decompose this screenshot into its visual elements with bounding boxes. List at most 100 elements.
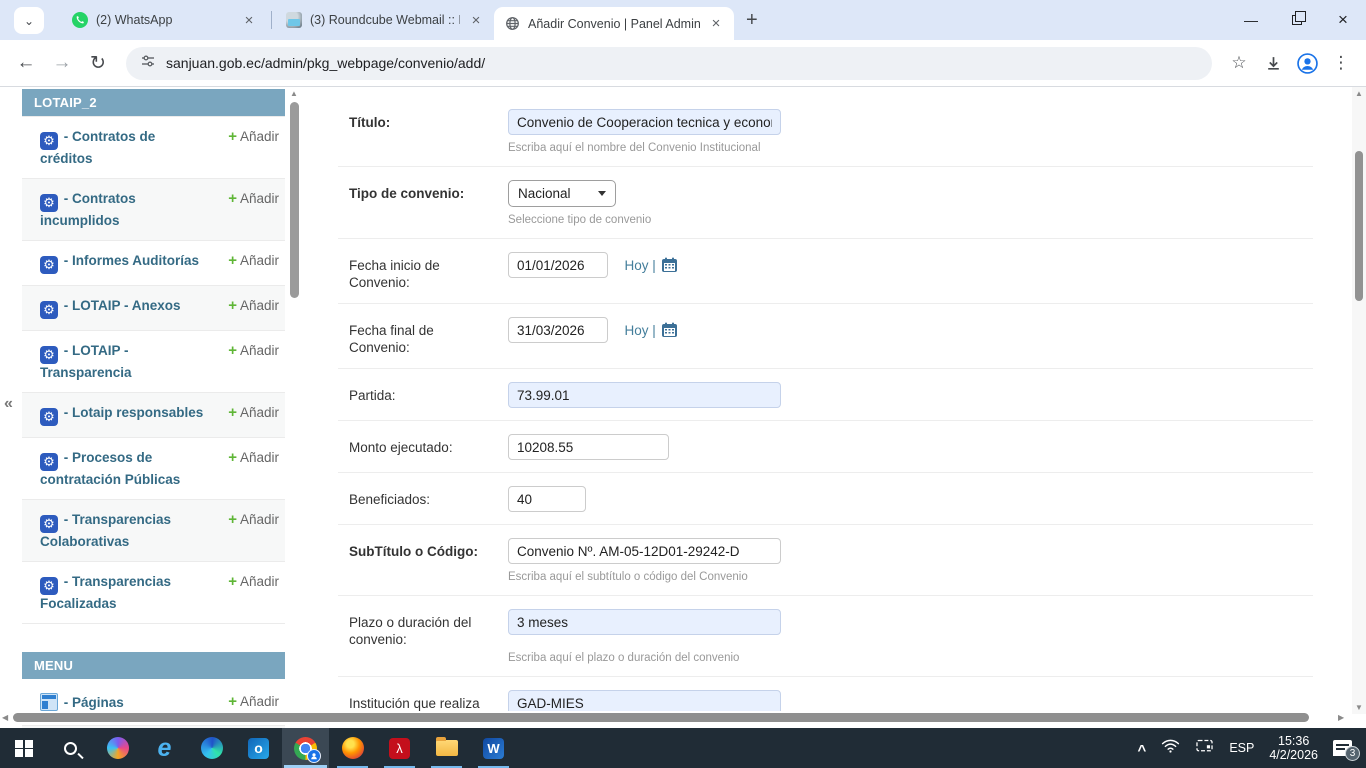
add-button[interactable]: + Añadir xyxy=(228,573,279,612)
taskbar-outlook-button[interactable]: o xyxy=(235,728,282,768)
taskbar-edge-button[interactable] xyxy=(188,728,235,768)
gear-icon: ⚙ xyxy=(40,346,58,364)
forward-button[interactable]: → xyxy=(44,45,80,81)
start-button[interactable] xyxy=(0,728,47,768)
plus-icon: + xyxy=(228,252,237,269)
add-button[interactable]: + Añadir xyxy=(228,297,279,319)
bookmark-star-icon[interactable]: ☆ xyxy=(1222,46,1256,80)
form-row-fecha-final: Fecha final de Convenio: Hoy | xyxy=(338,304,1313,369)
address-bar[interactable]: sanjuan.gob.ec/admin/pkg_webpage/conveni… xyxy=(126,47,1212,80)
add-button[interactable]: + Añadir xyxy=(228,693,279,711)
subtitulo-input[interactable] xyxy=(508,538,781,564)
sidebar-item-contratos-creditos[interactable]: ⚙ - Contratos de créditos + Añadir xyxy=(22,116,285,178)
taskbar-word-button[interactable]: W xyxy=(470,728,517,768)
tab-close-icon[interactable]: × xyxy=(708,15,724,32)
sidebar-item-lotaip-anexos[interactable]: ⚙ - LOTAIP - Anexos + Añadir xyxy=(22,285,285,330)
taskbar-search-button[interactable] xyxy=(47,728,94,768)
plazo-input[interactable] xyxy=(508,609,781,635)
site-settings-icon[interactable] xyxy=(140,53,156,74)
wifi-icon[interactable] xyxy=(1161,738,1180,759)
minimize-button[interactable]: — xyxy=(1228,0,1274,40)
window-controls: — × xyxy=(1228,0,1366,40)
sidebar-item-label: - Procesos de contratación Públicas xyxy=(40,450,180,487)
add-button[interactable]: + Añadir xyxy=(228,449,279,488)
fecha-inicio-input[interactable] xyxy=(508,252,608,278)
monto-ejecutado-input[interactable] xyxy=(508,434,669,460)
tab-roundcube[interactable]: (3) Roundcube Webmail :: Entra × xyxy=(276,0,494,40)
calendar-icon[interactable] xyxy=(661,257,678,273)
form-row-monto: Monto ejecutado: xyxy=(338,421,1313,473)
reload-button[interactable]: ↻ xyxy=(80,45,116,81)
tipo-convenio-select[interactable]: Nacional xyxy=(508,180,616,207)
tab-search-button[interactable]: ⌄ xyxy=(14,7,44,34)
sidebar-item-transparencias-colaborativas[interactable]: ⚙ - Transparencias Colaborativas + Añadi… xyxy=(22,499,285,561)
taskbar-file-explorer-button[interactable] xyxy=(423,728,470,768)
gear-icon: ⚙ xyxy=(40,132,58,150)
hidden-icons-chevron[interactable]: ^ xyxy=(1138,742,1147,759)
plus-icon: + xyxy=(228,404,237,421)
taskbar-firefox-button[interactable] xyxy=(329,728,376,768)
scroll-up-icon[interactable]: ▲ xyxy=(1352,87,1366,100)
partida-input[interactable] xyxy=(508,382,781,408)
field-label: Plazo o duración del convenio: xyxy=(338,609,508,664)
scroll-down-icon[interactable]: ▼ xyxy=(1352,701,1366,714)
pages-icon xyxy=(40,693,58,711)
new-tab-button[interactable]: + xyxy=(746,9,758,32)
sidebar-item-procesos-contratacion[interactable]: ⚙ - Procesos de contratación Públicas + … xyxy=(22,437,285,499)
sidebar-item-lotaip-transparencia[interactable]: ⚙ - LOTAIP - Transparencia + Añadir xyxy=(22,330,285,392)
sidebar-collapse-button[interactable]: « xyxy=(4,395,13,413)
form-row-titulo: Título: Escriba aquí el nombre del Conve… xyxy=(338,87,1313,167)
scrollbar-thumb[interactable] xyxy=(1355,151,1363,301)
vertical-scrollbar[interactable]: ▲ ▼ xyxy=(1352,87,1366,714)
scrollbar-thumb[interactable] xyxy=(290,102,299,298)
scrollbar-thumb[interactable] xyxy=(13,713,1309,722)
field-help: Escriba aquí el nombre del Convenio Inst… xyxy=(508,142,1313,154)
scroll-right-icon[interactable]: ▶ xyxy=(1338,713,1344,722)
scroll-up-icon[interactable]: ▲ xyxy=(288,89,300,98)
back-button[interactable]: ← xyxy=(8,45,44,81)
browser-toolbar: ← → ↻ sanjuan.gob.ec/admin/pkg_webpage/c… xyxy=(0,40,1366,87)
fecha-final-input[interactable] xyxy=(508,317,608,343)
calendar-icon[interactable] xyxy=(661,322,678,338)
titulo-input[interactable] xyxy=(508,109,781,135)
taskbar-copilot-button[interactable] xyxy=(94,728,141,768)
profile-avatar[interactable] xyxy=(1290,46,1324,80)
add-button[interactable]: + Añadir xyxy=(228,342,279,381)
tab-close-icon[interactable]: × xyxy=(241,12,257,29)
taskbar-internet-explorer-button[interactable]: e xyxy=(141,728,188,768)
restore-button[interactable] xyxy=(1274,0,1320,40)
edge-icon xyxy=(201,737,223,759)
scroll-left-icon[interactable]: ◀ xyxy=(2,713,8,722)
tab-whatsapp[interactable]: (2) WhatsApp × xyxy=(62,0,267,40)
taskbar-acrobat-button[interactable]: λ xyxy=(376,728,423,768)
language-indicator[interactable]: ESP xyxy=(1229,741,1254,755)
connect-display-icon[interactable] xyxy=(1195,738,1214,759)
downloads-icon[interactable] xyxy=(1256,46,1290,80)
horizontal-scrollbar[interactable]: ◀ ▶ xyxy=(0,711,1352,725)
gear-icon: ⚙ xyxy=(40,256,58,274)
beneficiados-input[interactable] xyxy=(508,486,586,512)
close-button[interactable]: × xyxy=(1320,0,1366,40)
tab-add-convenio[interactable]: Añadir Convenio | Panel Admini × xyxy=(494,7,734,40)
gear-icon: ⚙ xyxy=(40,577,58,595)
taskbar-chrome-button[interactable] xyxy=(282,728,329,768)
windows-logo-icon xyxy=(15,740,32,757)
sidebar-item-contratos-incumplidos[interactable]: ⚙ - Contratos incumplidos + Añadir xyxy=(22,178,285,240)
plus-icon: + xyxy=(228,573,237,590)
sidebar-item-transparencias-focalizadas[interactable]: ⚙ - Transparencias Focalizadas + Añadir xyxy=(22,561,285,623)
taskbar-clock[interactable]: 15:36 4/2/2026 xyxy=(1269,734,1318,762)
hoy-link[interactable]: Hoy | xyxy=(624,323,655,338)
hoy-link[interactable]: Hoy | xyxy=(624,258,655,273)
add-button[interactable]: + Añadir xyxy=(228,252,279,274)
sidebar-item-informes-auditorias[interactable]: ⚙ - Informes Auditorías + Añadir xyxy=(22,240,285,285)
add-button[interactable]: + Añadir xyxy=(228,128,279,167)
tab-close-icon[interactable]: × xyxy=(468,12,484,29)
add-button[interactable]: + Añadir xyxy=(228,511,279,550)
menu-icon[interactable]: ⋮ xyxy=(1324,46,1358,80)
notifications-icon[interactable]: 3 xyxy=(1333,740,1352,756)
sidebar-scrollbar[interactable]: ▲ xyxy=(288,89,300,298)
add-button[interactable]: + Añadir xyxy=(228,190,279,229)
sidebar-item-lotaip-responsables[interactable]: ⚙ - Lotaip responsables + Añadir xyxy=(22,392,285,437)
tab-strip: (2) WhatsApp × (3) Roundcube Webmail :: … xyxy=(62,0,758,40)
add-button[interactable]: + Añadir xyxy=(228,404,279,426)
